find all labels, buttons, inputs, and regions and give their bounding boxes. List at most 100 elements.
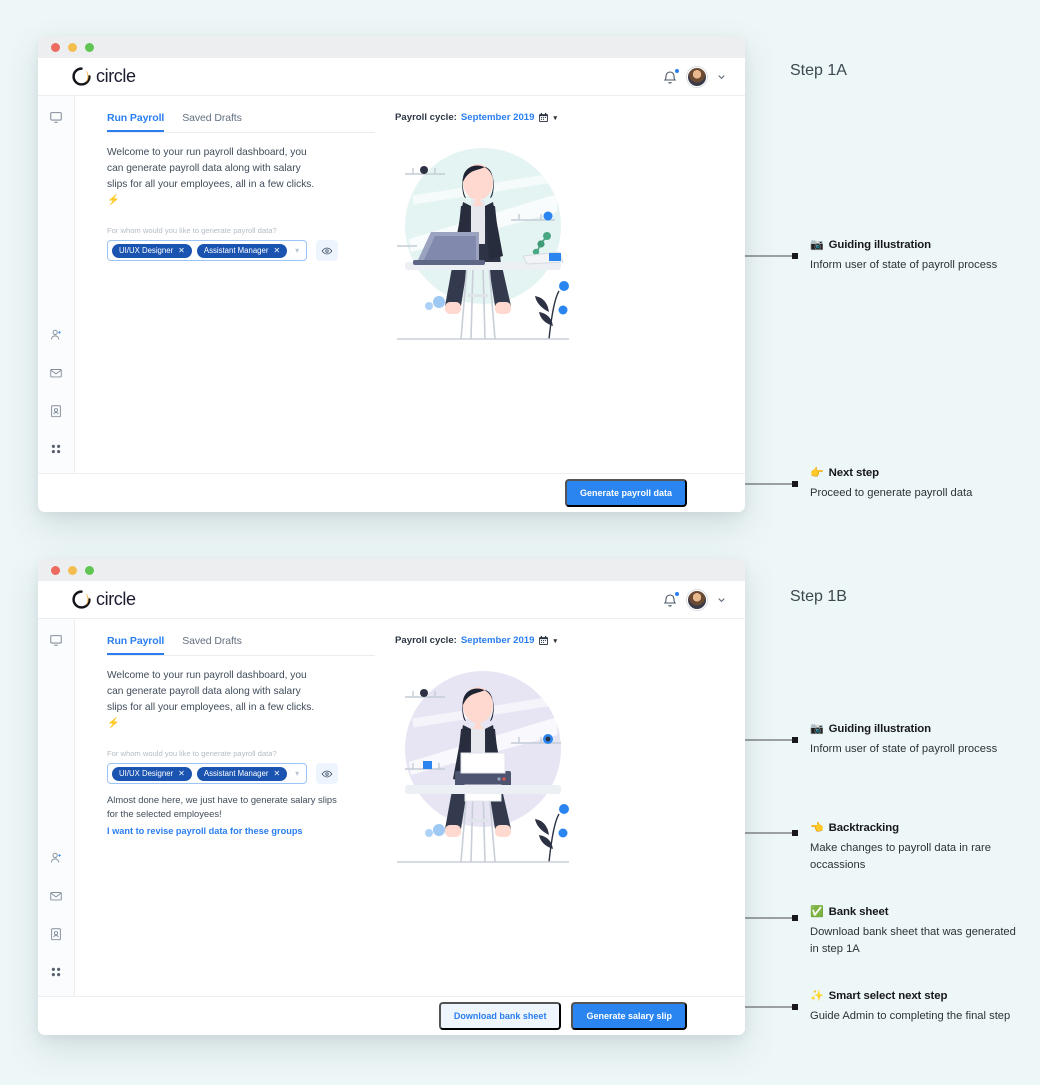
- annotation-title: Next step: [828, 467, 879, 479]
- preview-button[interactable]: [316, 763, 339, 784]
- grid-apps-icon[interactable]: [49, 442, 63, 461]
- page-root: circle Run Payroll Saved Drafts Welcome …: [0, 0, 1040, 1085]
- camera-icon: 📷: [810, 723, 824, 735]
- annotation-body: Proceed to generate payroll data: [810, 487, 973, 499]
- pill-label: Assistant Manager: [203, 769, 269, 778]
- chevron-down-icon[interactable]: [716, 71, 727, 82]
- annotation-body: Make changes to payroll data in rare occ…: [810, 842, 991, 871]
- app-logo-text: circle: [96, 589, 136, 609]
- caret-down-icon[interactable]: ▾: [553, 637, 557, 645]
- preview-button[interactable]: [316, 240, 339, 261]
- revise-payroll-link[interactable]: I want to revise payroll data for these …: [107, 826, 303, 836]
- avatar[interactable]: [687, 66, 707, 87]
- grid-apps-icon[interactable]: [49, 965, 63, 984]
- payroll-cycle-value[interactable]: September 2019: [461, 635, 535, 646]
- illustration-column: Payroll cycle: September 2019 ▾: [375, 112, 745, 340]
- calendar-icon[interactable]: [538, 635, 549, 646]
- generate-salary-slip-button[interactable]: Generate salary slip: [571, 1002, 687, 1030]
- employee-group-select[interactable]: UI/UX Designer ✕ Assistant Manager ✕ ▾: [107, 763, 308, 784]
- window-maximize-button[interactable]: [85, 565, 94, 575]
- payroll-cycle-label: Payroll cycle:: [395, 635, 457, 646]
- sparkles-icon: ✨: [810, 990, 824, 1002]
- annotation-next-step-1a: 👉 Next step Proceed to generate payroll …: [810, 466, 1025, 502]
- chevron-down-icon[interactable]: [716, 594, 727, 605]
- caret-down-icon[interactable]: ▾: [553, 114, 557, 122]
- window-maximize-button[interactable]: [85, 42, 94, 52]
- app-sidebar: [38, 619, 75, 996]
- add-user-icon[interactable]: [49, 851, 63, 870]
- step-title-1a: Step 1A: [790, 62, 847, 79]
- chevron-down-icon[interactable]: ▾: [292, 769, 302, 778]
- add-user-icon[interactable]: [49, 328, 63, 347]
- app-logo[interactable]: circle: [72, 589, 136, 610]
- annotation-title: Guiding illustration: [828, 723, 932, 735]
- annotation-heading: ✨ Smart select next step: [810, 989, 1025, 1002]
- tab-bar: Run Payroll Saved Drafts: [107, 635, 375, 656]
- pill-label: UI/UX Designer: [119, 769, 174, 778]
- app-header: circle: [38, 581, 745, 619]
- window-minimize-button[interactable]: [68, 565, 77, 575]
- window-close-button[interactable]: [51, 42, 60, 52]
- guiding-illustration-step-1b: [383, 657, 583, 877]
- envelope-icon[interactable]: [49, 889, 63, 908]
- tab-saved-drafts[interactable]: Saved Drafts: [182, 635, 242, 655]
- sidebar-bottom-group: [49, 851, 63, 996]
- monitor-icon[interactable]: [49, 110, 63, 129]
- bell-icon[interactable]: [662, 67, 680, 85]
- calendar-icon[interactable]: [538, 112, 549, 123]
- step-title-1b: Step 1B: [790, 588, 847, 605]
- circle-logo-icon: [72, 67, 91, 86]
- annotation-body: Guide Admin to completing the final step: [810, 1010, 1011, 1022]
- eye-icon: [321, 247, 333, 254]
- app-logo-text: circle: [96, 66, 136, 86]
- tab-run-payroll[interactable]: Run Payroll: [107, 635, 164, 655]
- monitor-icon[interactable]: [49, 633, 63, 652]
- tab-run-payroll[interactable]: Run Payroll: [107, 112, 164, 132]
- close-icon[interactable]: ✕: [273, 769, 280, 778]
- sidebar-bottom-group: [49, 328, 63, 473]
- annotation-body: Inform user of state of payroll process: [810, 743, 998, 755]
- annotation-backtracking-1b: 👈 Backtracking Make changes to payroll d…: [810, 821, 1025, 873]
- tab-saved-drafts[interactable]: Saved Drafts: [182, 112, 242, 132]
- annotation-heading: 👈 Backtracking: [810, 821, 1025, 834]
- almost-done-note: Almost done here, we just have to genera…: [107, 794, 337, 819]
- circle-logo-icon: [72, 590, 91, 609]
- payroll-form-column: Run Payroll Saved Drafts Welcome to your…: [75, 635, 375, 839]
- camera-icon: 📷: [810, 239, 824, 251]
- window-minimize-button[interactable]: [68, 42, 77, 52]
- download-bank-sheet-button[interactable]: Download bank sheet: [438, 1002, 562, 1030]
- selected-pill[interactable]: Assistant Manager ✕: [196, 243, 288, 258]
- window-titlebar: [38, 36, 745, 58]
- payroll-form-column: Run Payroll Saved Drafts Welcome to your…: [75, 112, 375, 261]
- annotation-title: Smart select next step: [828, 990, 948, 1002]
- chevron-down-icon[interactable]: ▾: [292, 246, 302, 255]
- welcome-text: Welcome to your run payroll dashboard, y…: [107, 147, 315, 206]
- selected-pill[interactable]: UI/UX Designer ✕: [112, 243, 192, 258]
- window-titlebar: [38, 559, 745, 581]
- id-card-icon[interactable]: [49, 404, 63, 423]
- annotation-title: Bank sheet: [828, 906, 889, 918]
- generate-payroll-data-button[interactable]: Generate payroll data: [564, 479, 687, 507]
- illustration-column: Payroll cycle: September 2019 ▾: [375, 635, 745, 863]
- bell-icon[interactable]: [662, 590, 680, 608]
- footer-actions-step-1b: Download bank sheet Generate salary slip: [38, 996, 745, 1035]
- id-card-icon[interactable]: [49, 927, 63, 946]
- close-icon[interactable]: ✕: [178, 246, 185, 255]
- close-icon[interactable]: ✕: [178, 769, 185, 778]
- window-close-button[interactable]: [51, 565, 60, 575]
- selected-pill[interactable]: Assistant Manager ✕: [196, 766, 288, 781]
- guiding-illustration-step-1a: [383, 134, 583, 354]
- app-logo[interactable]: circle: [72, 66, 136, 87]
- avatar[interactable]: [687, 589, 707, 610]
- payroll-cycle: Payroll cycle: September 2019 ▾: [395, 635, 557, 646]
- employee-group-select-row: UI/UX Designer ✕ Assistant Manager ✕ ▾: [107, 240, 375, 261]
- payroll-cycle: Payroll cycle: September 2019 ▾: [395, 112, 557, 123]
- annotation-title: Guiding illustration: [828, 239, 932, 251]
- envelope-icon[interactable]: [49, 366, 63, 385]
- annotation-smart-select-1b: ✨ Smart select next step Guide Admin to …: [810, 989, 1025, 1025]
- annotation-guiding-illustration-1a: 📷 Guiding illustration Inform user of st…: [810, 238, 1025, 274]
- selected-pill[interactable]: UI/UX Designer ✕: [112, 766, 192, 781]
- payroll-cycle-value[interactable]: September 2019: [461, 112, 535, 123]
- employee-group-select[interactable]: UI/UX Designer ✕ Assistant Manager ✕ ▾: [107, 240, 308, 261]
- close-icon[interactable]: ✕: [273, 246, 280, 255]
